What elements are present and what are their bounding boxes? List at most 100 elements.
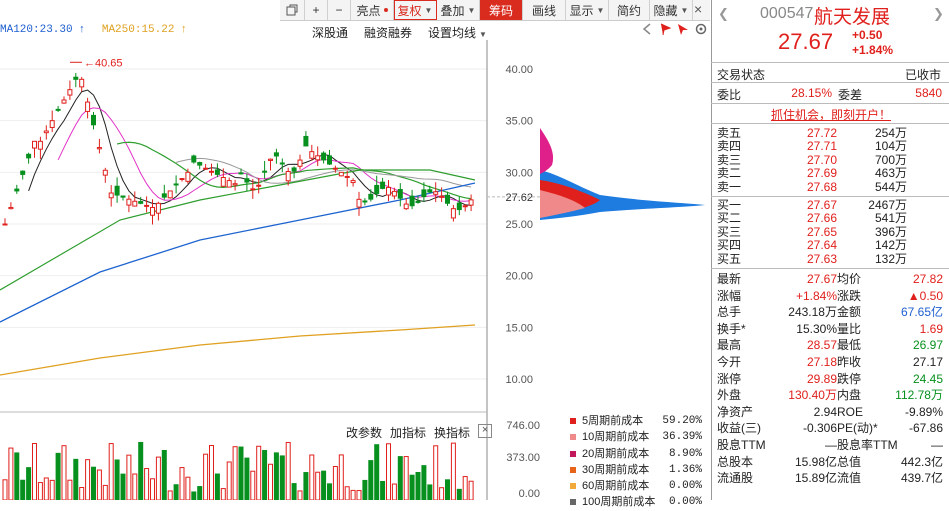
switch-indicator-button[interactable]: 换指标 xyxy=(434,424,470,441)
quote-label: 最新 xyxy=(717,272,742,286)
flag-icon[interactable] xyxy=(658,22,672,36)
close-chart-button[interactable]: × xyxy=(694,1,702,17)
quote-value: 29.89 xyxy=(806,371,837,386)
candle-body xyxy=(397,189,403,199)
volume-bar xyxy=(14,452,20,500)
quote-value: 27.67 xyxy=(806,272,837,286)
restore-button[interactable] xyxy=(280,0,305,20)
candle-body xyxy=(268,158,273,161)
gear-icon[interactable] xyxy=(694,22,708,36)
volume-bar xyxy=(456,488,462,500)
arrow-icon[interactable] xyxy=(676,22,690,36)
toolbar-item-8[interactable]: 显示 ▼ xyxy=(566,0,609,20)
candle-body xyxy=(368,193,374,200)
change-param-button[interactable]: 改参数 xyxy=(346,424,382,441)
volume-bar xyxy=(256,445,262,500)
toolbar-item-5[interactable]: 叠加 ▼ xyxy=(437,0,480,20)
volume-bar xyxy=(209,444,214,500)
legend-pct: 1.36% xyxy=(668,463,702,476)
volume-bar xyxy=(421,465,427,500)
volume-bar xyxy=(279,455,285,500)
quote-label: 涨跌 xyxy=(837,288,862,303)
legend-swatch xyxy=(570,418,576,424)
expand-left-icon[interactable] xyxy=(640,22,654,36)
volume-bar xyxy=(285,441,291,500)
volume-bar xyxy=(368,460,374,500)
add-indicator-button[interactable]: 加指标 xyxy=(390,424,426,441)
quote-value: 15.89亿 xyxy=(794,471,837,486)
volume-bar xyxy=(403,456,409,500)
volume-bar xyxy=(91,466,96,500)
asks-price: 27.72 xyxy=(806,126,837,140)
bids-label: 买五 xyxy=(717,251,742,266)
volume-bar xyxy=(26,467,32,500)
volume-bar xyxy=(321,470,327,500)
quote-label: 换手* xyxy=(717,321,746,336)
margin-trading-button[interactable]: 融资融券 xyxy=(364,24,412,41)
toolbar-item-3[interactable]: 亮点 xyxy=(351,0,394,20)
ma-settings-button[interactable]: 设置均线 ▼ xyxy=(428,24,487,41)
quote-row: 外盘 130.40万 内盘 112.78万 xyxy=(717,388,943,403)
zoom-in-button[interactable]: + xyxy=(305,0,328,20)
volume-bar xyxy=(55,452,61,500)
candle-body xyxy=(403,203,409,210)
ma250-line xyxy=(0,324,476,376)
toolbar-item-10[interactable]: 隐藏 ▼ xyxy=(650,0,693,20)
toolbar-item-9[interactable]: 简约 xyxy=(609,0,650,20)
asks-row: 卖一 27.68 544万 xyxy=(717,180,943,194)
chevron-right-icon[interactable]: ❯ xyxy=(933,6,944,22)
volume-bar xyxy=(20,479,26,500)
chevron-left-icon[interactable]: ❮ xyxy=(718,6,729,22)
candle-body xyxy=(2,223,8,226)
volume-bar xyxy=(108,443,114,500)
bids-row: 买三 27.65 396万 xyxy=(717,225,943,239)
toolbar-label: 画线 xyxy=(531,3,556,18)
asks-row: 卖四 27.71 104万 xyxy=(717,140,943,153)
quote-row: 今开 27.18 昨收 27.17 xyxy=(717,355,943,370)
zoom-out-button[interactable]: − xyxy=(328,0,351,20)
quote-value: 439.7亿 xyxy=(900,471,943,486)
quote-value: 27.17 xyxy=(912,355,943,369)
volume-bar xyxy=(362,479,368,500)
toolbar-label: 隐藏 xyxy=(653,3,678,18)
candle-body xyxy=(220,177,226,187)
volume-tick-label: 373.00 xyxy=(506,452,540,464)
quote-value: ▲0.50 xyxy=(907,288,943,303)
bids-price: 27.64 xyxy=(806,238,837,253)
quote-label: 内盘 xyxy=(837,388,862,403)
weicha-label: 委差 xyxy=(838,88,863,102)
asks-label: 卖五 xyxy=(717,126,742,140)
legend-pct: 59.20% xyxy=(662,415,702,427)
quote-row: 最高 28.57 最低 26.97 xyxy=(717,338,943,353)
shenguton-button[interactable]: 深股通 xyxy=(312,24,348,41)
weicha-value: 5840 xyxy=(915,86,942,100)
bids-row: 买一 27.67 2467万 xyxy=(717,199,943,212)
candle-body xyxy=(191,155,197,163)
toolbar-label: 筹码 xyxy=(488,3,513,18)
candle-body xyxy=(79,78,85,88)
toolbar-item-4[interactable]: 复权 ▼ xyxy=(394,0,437,20)
close-indicator-icon[interactable]: × xyxy=(478,424,493,438)
candle-body xyxy=(445,194,450,204)
volume-bar xyxy=(126,454,132,500)
cost-legend-item: 20周期前成本 8.90% xyxy=(570,446,702,462)
toolbar-item-7[interactable]: 画线 xyxy=(523,0,566,20)
candle-body xyxy=(450,208,456,219)
candle-body xyxy=(332,167,338,170)
toolbar-item-6[interactable]: 筹码 xyxy=(480,0,523,20)
bids-volume: 541万 xyxy=(874,211,907,226)
candle-body xyxy=(185,171,191,182)
open-account-link[interactable]: 抓住机会，即刻开户！ xyxy=(771,106,891,123)
quote-row: 涨幅 +1.84% 涨跌 ▲0.50 xyxy=(717,289,943,304)
candle-body xyxy=(91,114,96,126)
toolbar-label: 简约 xyxy=(616,3,641,18)
quote-row: 净资产 2.94 ROE -9.89% xyxy=(717,405,943,420)
volume-bar xyxy=(197,486,203,500)
bids-label: 买四 xyxy=(717,238,742,253)
candle-body xyxy=(327,155,332,165)
volume-bar xyxy=(415,471,421,500)
candle-body xyxy=(356,198,362,208)
volume-bar xyxy=(232,446,238,500)
candle-body xyxy=(321,152,327,161)
asks-row: 卖二 27.69 463万 xyxy=(717,167,943,180)
